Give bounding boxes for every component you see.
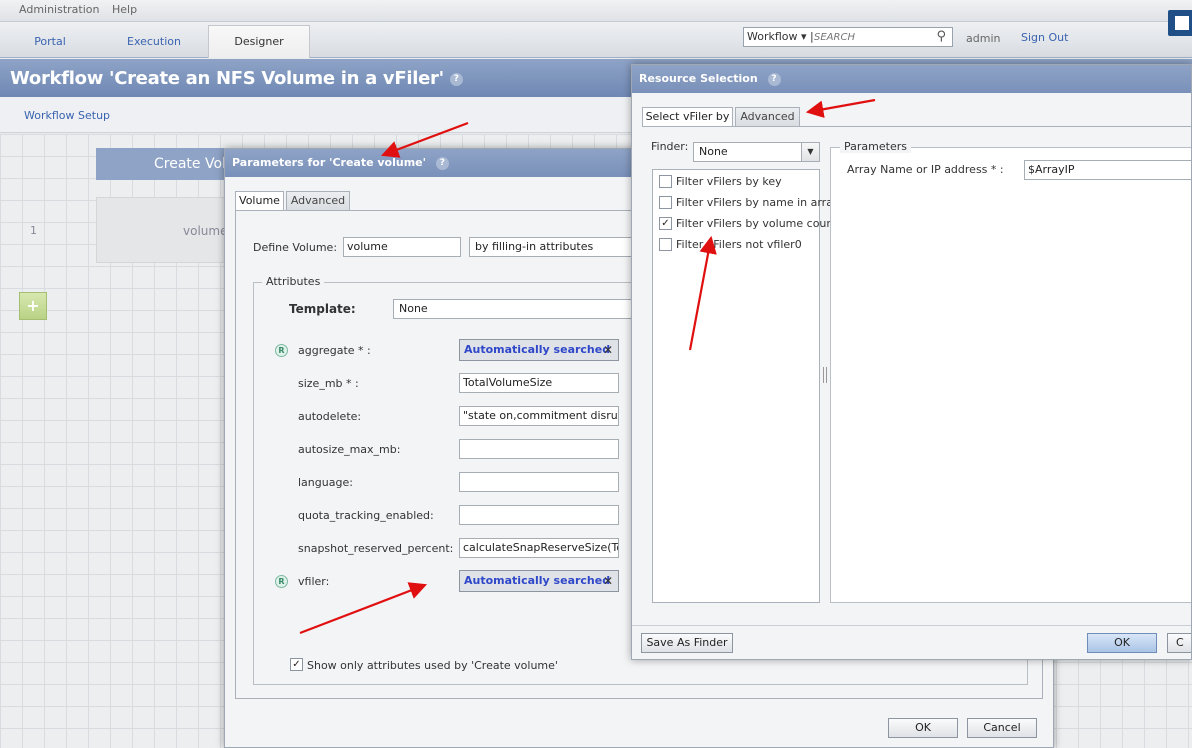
template-label: Template: xyxy=(289,302,356,316)
attr-language-input[interactable] xyxy=(459,472,619,492)
tab-execution[interactable]: Execution xyxy=(104,25,204,58)
attr-size-mb-label: size_mb * : xyxy=(298,377,359,390)
menu-bar: Administration Help xyxy=(0,0,1192,22)
search-input[interactable] xyxy=(814,29,924,45)
remove-icon[interactable]: ✕ xyxy=(603,571,613,591)
attr-autodelete-label: autodelete: xyxy=(298,410,362,423)
array-name-input[interactable]: $ArrayIP xyxy=(1024,160,1191,180)
menu-help[interactable]: Help xyxy=(112,3,137,16)
search-group: Workflow ▾ | ⚲ xyxy=(743,27,953,47)
tab-volume[interactable]: Volume xyxy=(235,191,284,211)
auto-searched-text: Automatically searched xyxy=(464,574,611,587)
attr-quota-tracking-input[interactable] xyxy=(459,505,619,525)
command-cell[interactable]: volume xyxy=(96,197,236,263)
attr-language-label: language: xyxy=(298,476,353,489)
filter-label[interactable]: Filter vFilers by key xyxy=(676,175,782,188)
finder-value: None xyxy=(699,145,728,158)
add-row-button[interactable]: + xyxy=(19,292,47,320)
help-icon[interactable]: ? xyxy=(767,72,781,86)
attr-snapshot-reserved-label: snapshot_reserved_percent: xyxy=(298,542,454,555)
finder-filter-list: Filter vFilers by key Filter vFilers by … xyxy=(652,169,839,603)
auto-searched-text: Automatically searched xyxy=(464,343,611,356)
attr-autodelete-input[interactable]: "state on,commitment disrupt,tri xyxy=(459,406,619,426)
attr-quota-tracking-label: quota_tracking_enabled: xyxy=(298,509,434,522)
tab-advanced[interactable]: Advanced xyxy=(735,107,800,127)
show-only-used-checkbox[interactable]: ✓ xyxy=(290,658,303,671)
footer-divider xyxy=(632,625,1191,626)
attr-size-mb-input[interactable]: TotalVolumeSize xyxy=(459,373,619,393)
filter-checkbox[interactable] xyxy=(659,238,672,251)
attr-vfiler-value[interactable]: Automatically searched ✕ xyxy=(459,570,619,592)
required-badge-icon: R xyxy=(275,344,288,357)
filter-checkbox[interactable] xyxy=(659,175,672,188)
nav-bar: Portal Execution Designer xyxy=(0,22,1192,58)
workflow-setup-link[interactable]: Workflow Setup xyxy=(24,109,110,122)
parameters-dialog-title: Parameters for 'Create volume' xyxy=(232,156,426,169)
resource-selection-dialog: Resource Selection ? Select vFiler by Ad… xyxy=(631,64,1192,660)
filter-label[interactable]: Filter vFilers by name in array xyxy=(676,196,839,209)
attr-aggregate-value[interactable]: Automatically searched ✕ xyxy=(459,339,619,361)
save-as-finder-button[interactable]: Save As Finder xyxy=(641,633,733,653)
menu-administration[interactable]: Administration xyxy=(19,3,100,16)
sign-out-link[interactable]: Sign Out xyxy=(1021,31,1068,44)
brand-logo-icon xyxy=(1168,10,1192,36)
search-scope-dropdown[interactable]: Workflow ▾ | xyxy=(747,30,814,43)
splitter-handle[interactable] xyxy=(823,367,827,383)
chevron-down-icon[interactable]: ▼ xyxy=(801,143,819,161)
array-name-label: Array Name or IP address * : xyxy=(847,163,1004,176)
user-name: admin xyxy=(966,32,1001,45)
attr-autosize-max-label: autosize_max_mb: xyxy=(298,443,401,456)
attr-autosize-max-input[interactable] xyxy=(459,439,619,459)
filter-label[interactable]: Filter vFilers by volume count xyxy=(676,217,838,230)
resource-ok-button[interactable]: OK xyxy=(1087,633,1157,653)
parameters-ok-button[interactable]: OK xyxy=(888,718,958,738)
define-volume-label: Define Volume: xyxy=(253,241,338,254)
tab-divider xyxy=(642,126,1191,127)
define-mode-value: by filling-in attributes xyxy=(475,240,594,253)
define-volume-input[interactable]: volume xyxy=(343,237,461,257)
template-value: None xyxy=(399,302,428,315)
parameters-group xyxy=(830,147,1191,603)
page-title: Workflow 'Create an NFS Volume in a vFil… xyxy=(10,68,444,89)
tab-select-vfiler-by[interactable]: Select vFiler by xyxy=(642,107,733,127)
resource-dialog-title: Resource Selection xyxy=(639,72,758,85)
filter-checkbox[interactable]: ✓ xyxy=(659,217,672,230)
filter-checkbox[interactable] xyxy=(659,196,672,209)
tab-portal[interactable]: Portal xyxy=(0,25,100,58)
search-icon[interactable]: ⚲ xyxy=(936,29,946,44)
resource-cancel-button[interactable]: C xyxy=(1167,633,1191,653)
required-badge-icon: R xyxy=(275,575,288,588)
attr-snapshot-reserved-input[interactable]: calculateSnapReserveSize(TotalV xyxy=(459,538,619,558)
resource-dialog-title-bar[interactable]: Resource Selection ? xyxy=(632,65,1191,93)
finder-label: Finder: xyxy=(651,140,689,153)
tab-advanced[interactable]: Advanced xyxy=(286,191,350,211)
tab-designer[interactable]: Designer xyxy=(208,25,310,58)
finder-select[interactable]: None ▼ xyxy=(693,142,820,162)
help-icon[interactable]: ? xyxy=(449,72,463,86)
parameters-legend: Parameters xyxy=(840,140,911,153)
attr-aggregate-label: aggregate * : xyxy=(298,344,371,357)
attributes-legend: Attributes xyxy=(262,275,325,288)
show-only-used-label: Show only attributes used by 'Create vol… xyxy=(307,659,558,672)
remove-icon[interactable]: ✕ xyxy=(603,340,613,360)
filter-label[interactable]: Filter vFilers not vfiler0 xyxy=(676,238,802,251)
parameters-cancel-button[interactable]: Cancel xyxy=(967,718,1037,738)
attr-vfiler-label: vfiler: xyxy=(298,575,330,588)
template-select[interactable]: None xyxy=(393,299,653,319)
command-column-header[interactable]: Create Vol xyxy=(96,148,236,180)
help-icon[interactable]: ? xyxy=(435,156,449,170)
row-number: 1 xyxy=(30,224,37,237)
